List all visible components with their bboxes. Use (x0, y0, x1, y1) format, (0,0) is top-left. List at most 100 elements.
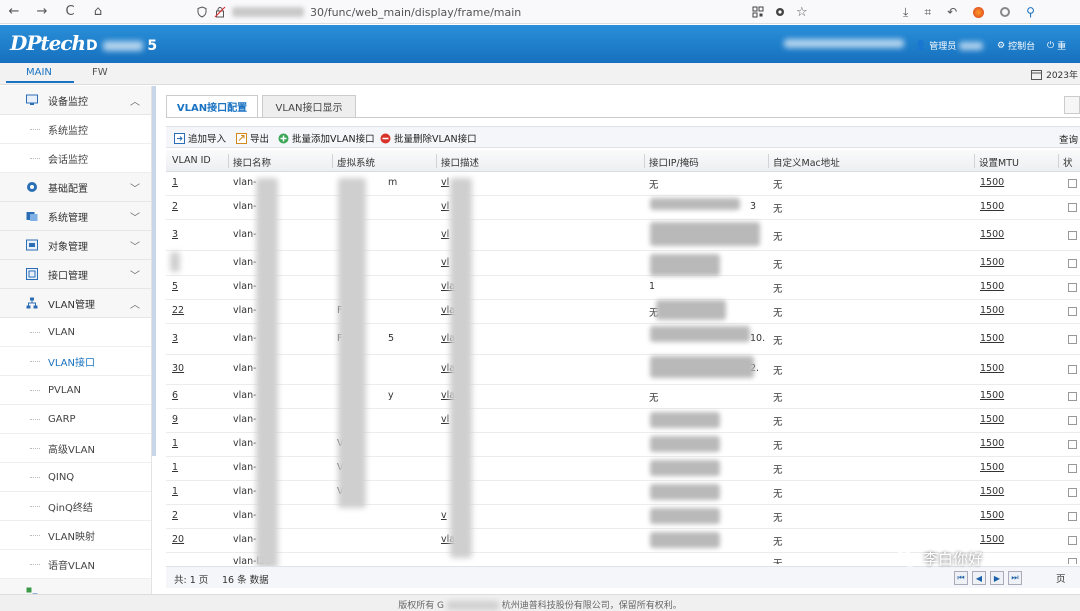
tab-fw[interactable]: FW (92, 67, 108, 78)
table-row[interactable]: 6vlan-yvlar无无1500 (166, 385, 1080, 409)
row-status-checkbox[interactable] (1068, 283, 1077, 292)
sidebar-item-garp[interactable]: GARP (0, 405, 151, 434)
sidebar-group-vlan-mgmt[interactable]: VLAN管理 ︿ (0, 289, 151, 318)
circle-icon[interactable] (1000, 7, 1011, 17)
table-row[interactable]: 2 vlan-vl 3 无 1500 (166, 196, 1080, 220)
row-status-checkbox[interactable] (1068, 365, 1077, 374)
panel-control[interactable] (1064, 96, 1080, 114)
vlan-id-link[interactable]: 22 (172, 305, 184, 316)
sidebar-item-vlan[interactable]: VLAN (0, 318, 151, 347)
column-header[interactable]: VLAN ID (172, 155, 211, 166)
undo-icon[interactable]: ↶ (947, 5, 957, 19)
prev-page-icon[interactable]: ◀ (972, 571, 986, 585)
download-icon[interactable]: ⤓ (903, 5, 908, 20)
mtu-link[interactable]: 1500 (980, 414, 1004, 425)
qr-code-icon[interactable] (752, 6, 764, 18)
admin-link[interactable]: 👤 管理员 (915, 39, 984, 52)
import-button[interactable]: 追加导入 (174, 131, 226, 145)
column-header[interactable]: 接口IP/掩码 (649, 155, 699, 169)
query-link[interactable]: 查询 (1059, 132, 1078, 146)
row-status-checkbox[interactable] (1068, 536, 1077, 545)
table-row[interactable]: vlan-vl 无 1500 (166, 251, 1080, 276)
table-row[interactable]: 22vlan-Fvlar无无1500 (166, 300, 1080, 324)
tab-vlan-interface-display[interactable]: VLAN接口显示 (262, 95, 356, 117)
mtu-link[interactable]: 1500 (980, 390, 1004, 401)
vlan-id-link[interactable]: 9 (172, 414, 178, 425)
sidebar-item-system-monitor[interactable]: 系统监控 (0, 115, 151, 144)
sidebar-item-qinq-termination[interactable]: QinQ终结 (0, 492, 151, 521)
sidebar-group-interface-mgmt[interactable]: 接口管理 ﹀ (0, 260, 151, 289)
row-status-checkbox[interactable] (1068, 203, 1077, 212)
interface-desc-link[interactable]: vl (441, 177, 449, 188)
mtu-link[interactable]: 1500 (980, 486, 1004, 497)
table-row[interactable]: 30vlan-vlar2.无1500 (166, 355, 1080, 385)
vlan-id-link[interactable]: 20 (172, 534, 184, 545)
console-link[interactable]: ⚙ 控制台 (997, 39, 1035, 53)
row-status-checkbox[interactable] (1068, 440, 1077, 449)
table-row[interactable]: 1vlan-V无1500 (166, 457, 1080, 481)
column-header[interactable]: 自定义Mac地址 (773, 155, 840, 169)
row-status-checkbox[interactable] (1068, 259, 1077, 268)
back-icon[interactable]: ← (0, 0, 28, 24)
batch-add-button[interactable]: 批量添加VLAN接口 (278, 131, 375, 145)
row-status-checkbox[interactable] (1068, 392, 1077, 401)
vlan-id-link[interactable]: 2 (172, 510, 178, 521)
sidebar-group-device-monitor[interactable]: 设备监控 ︿ (0, 86, 151, 115)
mtu-link[interactable]: 1500 (980, 438, 1004, 449)
export-button[interactable]: 导出 (236, 131, 269, 145)
vlan-id-link[interactable]: 30 (172, 363, 184, 374)
vlan-id-link[interactable]: 1 (172, 486, 178, 497)
row-status-checkbox[interactable] (1068, 231, 1077, 240)
key-icon[interactable]: ⚲ (1026, 5, 1035, 19)
vlan-id-link[interactable]: 3 (172, 229, 178, 240)
column-header[interactable]: 状 (1063, 155, 1073, 169)
sidebar-group-system-mgmt[interactable]: 系统管理 ﹀ (0, 202, 151, 231)
table-row[interactable]: 9 vlan-vl 无 1500 (166, 409, 1080, 433)
column-header[interactable]: 虚拟系统 (337, 155, 375, 169)
firefox-icon[interactable] (973, 6, 985, 18)
vlan-id-link[interactable]: 1 (172, 438, 178, 449)
sidebar-item-advanced-vlan[interactable]: 高级VLAN (0, 434, 151, 463)
address-bar[interactable]: 30/func/web_main/display/frame/main (196, 0, 521, 24)
first-page-icon[interactable]: ⏮ (954, 571, 968, 585)
extension-gear-icon[interactable] (774, 6, 786, 18)
power-link[interactable]: ⏻ 重 (1047, 39, 1066, 53)
interface-desc-link[interactable]: vl (441, 414, 449, 425)
vlan-id-link[interactable]: 5 (172, 281, 178, 292)
table-row[interactable]: 2 vlan-v 无 1500 (166, 505, 1080, 529)
next-page-icon[interactable]: ▶ (990, 571, 1004, 585)
table-row[interactable]: 1vlan-V无1500 (166, 481, 1080, 505)
row-status-checkbox[interactable] (1068, 335, 1077, 344)
mtu-link[interactable]: 1500 (980, 510, 1004, 521)
mtu-link[interactable]: 1500 (980, 229, 1004, 240)
mtu-link[interactable]: 1500 (980, 257, 1004, 268)
last-page-icon[interactable]: ⏭ (1008, 571, 1022, 585)
table-row[interactable]: 1 vlan-m vl 无 无 1500 (166, 172, 1080, 196)
mtu-link[interactable]: 1500 (980, 534, 1004, 545)
sidebar-scrollbar[interactable] (152, 86, 156, 456)
vlan-id-link[interactable]: 3 (172, 333, 178, 344)
table-row[interactable]: 3vlan-vl6无1500 (166, 220, 1080, 251)
sidebar-item-pvlan[interactable]: PVLAN (0, 376, 151, 405)
row-status-checkbox[interactable] (1068, 179, 1077, 188)
row-status-checkbox[interactable] (1068, 512, 1077, 521)
sidebar-item-voice-vlan[interactable]: 语音VLAN (0, 550, 151, 579)
mtu-link[interactable]: 1500 (980, 177, 1004, 188)
batch-delete-button[interactable]: 批量删除VLAN接口 (380, 131, 477, 145)
table-row[interactable]: 5vlan-vlar1无1500 (166, 276, 1080, 300)
sidebar-item-vlan-mapping[interactable]: VLAN映射 (0, 521, 151, 550)
row-status-checkbox[interactable] (1068, 488, 1077, 497)
mtu-link[interactable]: 1500 (980, 363, 1004, 374)
mtu-link[interactable]: 1500 (980, 281, 1004, 292)
forward-icon[interactable]: → (28, 0, 56, 24)
row-status-checkbox[interactable] (1068, 464, 1077, 473)
sidebar-group-object-mgmt[interactable]: 对象管理 ﹀ (0, 231, 151, 260)
vlan-id-link[interactable]: 1 (172, 177, 178, 188)
interface-desc-link[interactable]: vl (441, 257, 449, 268)
interface-desc-link[interactable]: v (441, 510, 447, 521)
vlan-id-link[interactable]: 6 (172, 390, 178, 401)
interface-desc-link[interactable]: vl (441, 201, 449, 212)
vlan-id-link[interactable]: 2 (172, 201, 178, 212)
column-header[interactable]: 接口描述 (441, 155, 479, 169)
vlan-id-link[interactable]: 1 (172, 462, 178, 473)
